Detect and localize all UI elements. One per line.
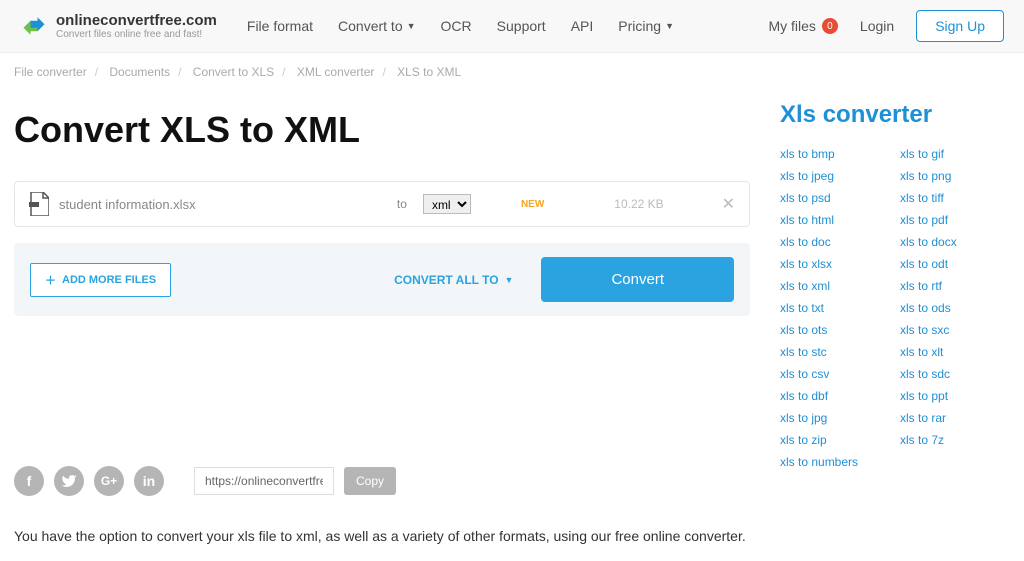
logo-title: onlineconvertfree.com — [56, 12, 217, 29]
breadcrumb-item[interactable]: Convert to XLS — [193, 65, 274, 79]
share-url-input[interactable] — [194, 467, 334, 495]
converter-link[interactable]: xls to csv — [780, 367, 890, 381]
action-row: ＋ ADD MORE FILES CONVERT ALL TO ▼ Conver… — [14, 243, 750, 316]
converter-link[interactable]: xls to odt — [900, 257, 1010, 271]
my-files-link[interactable]: My files 0 — [768, 18, 837, 34]
signup-button[interactable]: Sign Up — [916, 10, 1004, 42]
converter-link[interactable]: xls to xlt — [900, 345, 1010, 359]
breadcrumb: File converter/ Documents/ Convert to XL… — [0, 53, 1024, 91]
converter-link[interactable]: xls to numbers — [780, 455, 890, 469]
converter-link[interactable]: xls to dbf — [780, 389, 890, 403]
share-row: f G+ in Copy — [14, 466, 750, 496]
breadcrumb-item: XLS to XML — [397, 65, 461, 79]
breadcrumb-item[interactable]: Documents — [109, 65, 170, 79]
nav-pricing[interactable]: Pricing▼ — [618, 18, 674, 34]
converter-link[interactable]: xls to 7z — [900, 433, 1010, 447]
chevron-down-icon: ▼ — [505, 275, 514, 285]
nav-convert-to[interactable]: Convert to▼ — [338, 18, 416, 34]
converter-link[interactable]: xls to ots — [780, 323, 890, 337]
nav-ocr[interactable]: OCR — [441, 18, 472, 34]
sidebar: Xls converter xls to bmp xls to gif xls t… — [780, 91, 1010, 547]
header: onlineconvertfree.com Convert files onli… — [0, 0, 1024, 53]
twitter-icon[interactable] — [54, 466, 84, 496]
breadcrumb-item[interactable]: XML converter — [297, 65, 375, 79]
converter-link[interactable]: xls to sxc — [900, 323, 1010, 337]
description: You have the option to convert your xls … — [14, 526, 750, 547]
file-icon — [29, 192, 49, 216]
add-more-button[interactable]: ＋ ADD MORE FILES — [30, 263, 171, 297]
converter-link[interactable]: xls to jpg — [780, 411, 890, 425]
chevron-down-icon: ▼ — [407, 21, 416, 31]
converter-link[interactable]: xls to tiff — [900, 191, 1010, 205]
chevron-down-icon: ▼ — [665, 21, 674, 31]
converter-link[interactable]: xls to html — [780, 213, 890, 227]
converter-link[interactable]: xls to bmp — [780, 147, 890, 161]
my-files-badge: 0 — [822, 18, 838, 34]
file-size: 10.22 KB — [614, 197, 663, 211]
nav: File format Convert to▼ OCR Support API … — [247, 18, 674, 34]
nav-support[interactable]: Support — [497, 18, 546, 34]
file-row: student information.xlsx to xml NEW 10.2… — [14, 181, 750, 227]
logo[interactable]: onlineconvertfree.com Convert files onli… — [20, 12, 217, 40]
facebook-icon[interactable]: f — [14, 466, 44, 496]
logo-subtitle: Convert files online free and fast! — [56, 29, 217, 40]
converter-link[interactable]: xls to ods — [900, 301, 1010, 315]
converter-link[interactable]: xls to zip — [780, 433, 890, 447]
converter-link[interactable]: xls to rtf — [900, 279, 1010, 293]
file-name: student information.xlsx — [59, 197, 339, 212]
converter-link[interactable]: xls to xml — [780, 279, 890, 293]
converter-link[interactable]: xls to docx — [900, 235, 1010, 249]
converter-link[interactable]: xls to sdc — [900, 367, 1010, 381]
to-label: to — [397, 197, 407, 211]
page-title: Convert XLS to XML — [14, 109, 750, 151]
sidebar-title: Xls converter — [780, 101, 1010, 129]
converter-link[interactable]: xls to png — [900, 169, 1010, 183]
convert-button[interactable]: Convert — [541, 257, 734, 302]
convert-all-dropdown[interactable]: CONVERT ALL TO ▼ — [394, 273, 513, 287]
file-status: NEW — [521, 199, 544, 210]
converter-link[interactable]: xls to ppt — [900, 389, 1010, 403]
converter-link[interactable]: xls to jpeg — [780, 169, 890, 183]
remove-file-icon[interactable]: ✕ — [722, 194, 735, 214]
header-left: onlineconvertfree.com Convert files onli… — [20, 12, 674, 40]
converter-link[interactable]: xls to pdf — [900, 213, 1010, 227]
breadcrumb-item[interactable]: File converter — [14, 65, 87, 79]
nav-file-format[interactable]: File format — [247, 18, 313, 34]
linkedin-icon[interactable]: in — [134, 466, 164, 496]
converter-link[interactable]: xls to rar — [900, 411, 1010, 425]
converter-link[interactable]: xls to stc — [780, 345, 890, 359]
nav-api[interactable]: API — [571, 18, 594, 34]
converter-links: xls to bmp xls to gif xls to jpeg xls to p… — [780, 147, 1010, 469]
converter-link[interactable]: xls to gif — [900, 147, 1010, 161]
copy-button[interactable]: Copy — [344, 467, 396, 495]
converter-link[interactable]: xls to psd — [780, 191, 890, 205]
format-select[interactable]: xml — [423, 194, 471, 214]
converter-link[interactable]: xls to doc — [780, 235, 890, 249]
logo-icon — [20, 12, 48, 40]
googleplus-icon[interactable]: G+ — [94, 466, 124, 496]
plus-icon: ＋ — [45, 272, 56, 288]
converter-link[interactable]: xls to xlsx — [780, 257, 890, 271]
header-right: My files 0 Login Sign Up — [768, 10, 1004, 42]
converter-link[interactable]: xls to txt — [780, 301, 890, 315]
login-link[interactable]: Login — [860, 18, 894, 34]
